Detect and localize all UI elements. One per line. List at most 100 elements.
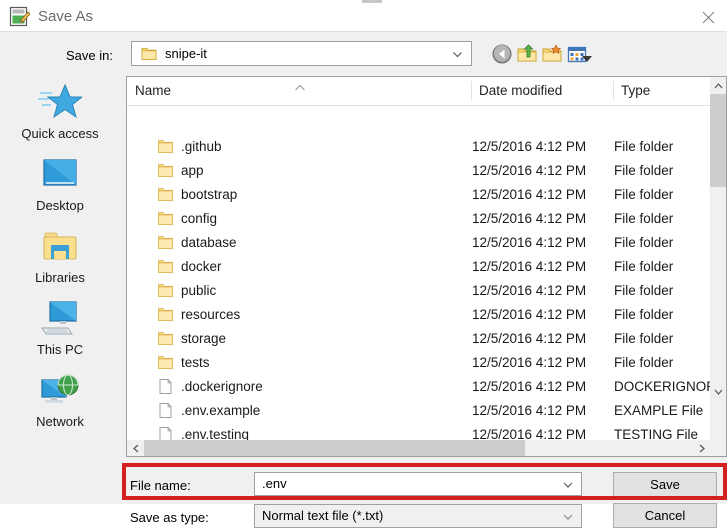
date-modified-cell: 12/5/2016 4:12 PM (472, 427, 587, 440)
column-divider[interactable] (613, 81, 614, 101)
sidebar-item-this-pc[interactable]: This PC (0, 296, 120, 368)
date-modified-cell: 12/5/2016 4:12 PM (472, 283, 587, 298)
horizontal-scrollbar-thumb[interactable] (144, 440, 525, 456)
type-cell: File folder (614, 259, 674, 274)
table-row[interactable]: .env.testing 12/5/2016 4:12 PM TESTING Fil… (127, 423, 710, 440)
scroll-left-icon[interactable] (127, 440, 144, 456)
folder-icon (157, 330, 174, 347)
sidebar-item-desktop[interactable]: Desktop (0, 152, 120, 224)
table-row[interactable]: .dockerignore 12/5/2016 4:12 PM DOCKERIGNO… (127, 375, 710, 399)
save-as-type-value: Normal text file (*.txt) (262, 508, 384, 523)
table-row[interactable]: public 12/5/2016 4:12 PM File folder (127, 279, 710, 303)
folder-icon (157, 234, 174, 251)
file-name-cell: resources (181, 307, 241, 322)
this-pc-computer-icon (0, 296, 120, 342)
sidebar-item-label: Quick access (21, 126, 99, 141)
table-row[interactable]: config 12/5/2016 4:12 PM File folder (127, 207, 710, 231)
chevron-down-icon[interactable] (562, 479, 574, 491)
type-cell: File folder (614, 163, 674, 178)
file-name-cell: public (181, 283, 217, 298)
column-header-type[interactable]: Type (621, 77, 650, 105)
sidebar-item-quick-access[interactable]: Quick access (0, 80, 120, 152)
new-folder-button[interactable] (541, 43, 563, 65)
file-name-cell: .github (181, 139, 222, 154)
places-bar: Quick access Desktop Libraries This PC N… (0, 76, 120, 458)
table-row[interactable]: app 12/5/2016 4:12 PM File folder (127, 159, 710, 183)
views-chevron-down-icon[interactable] (582, 50, 592, 62)
save-in-combobox[interactable]: snipe-it (131, 41, 472, 66)
table-row[interactable]: database 12/5/2016 4:12 PM File folder (127, 231, 710, 255)
folder-icon (157, 186, 174, 203)
sidebar-item-label: This PC (36, 342, 84, 357)
folder-icon (157, 282, 174, 299)
save-in-label: Save in: (66, 48, 113, 63)
folder-icon (157, 138, 174, 155)
up-folder-button[interactable] (516, 43, 538, 65)
type-cell: File folder (614, 235, 674, 250)
file-name-cell: tests (181, 355, 210, 370)
horizontal-scrollbar[interactable] (127, 440, 710, 456)
back-button[interactable] (491, 43, 513, 65)
table-row[interactable]: docker 12/5/2016 4:12 PM File folder (127, 255, 710, 279)
folder-icon (157, 210, 174, 227)
save-in-value: snipe-it (165, 46, 207, 61)
folder-icon (157, 162, 174, 179)
file-name-cell: .env.testing (181, 427, 250, 440)
type-cell: File folder (614, 355, 674, 370)
window-title: Save As (38, 8, 94, 25)
scroll-down-icon[interactable] (710, 383, 726, 400)
save-as-type-label: Save as type: (130, 510, 209, 525)
chevron-down-icon[interactable] (451, 48, 464, 61)
column-divider[interactable] (471, 81, 472, 101)
date-modified-cell: 12/5/2016 4:12 PM (472, 307, 587, 322)
save-button[interactable]: Save (613, 472, 717, 497)
date-modified-cell: 12/5/2016 4:12 PM (472, 259, 587, 274)
close-icon[interactable] (690, 3, 727, 31)
table-row[interactable]: .github 12/5/2016 4:12 PM File folder (127, 135, 710, 159)
folder-icon (157, 354, 174, 371)
sort-ascending-caret-icon (294, 80, 306, 91)
type-cell: TESTING File (614, 427, 699, 440)
libraries-folder-icon (0, 224, 120, 270)
table-row[interactable]: .env.example 12/5/2016 4:12 PM EXAMPLE Fil… (127, 399, 710, 423)
save-as-type-select[interactable]: Normal text file (*.txt) (254, 504, 582, 528)
type-cell: EXAMPLE File (614, 403, 704, 418)
scroll-up-icon[interactable] (710, 77, 726, 94)
table-row[interactable]: bootstrap 12/5/2016 4:12 PM File folder (127, 183, 710, 207)
scroll-right-icon[interactable] (693, 440, 710, 456)
type-cell: File folder (614, 283, 674, 298)
title-bar: Save As (0, 3, 727, 31)
file-name-cell: .env.example (181, 403, 261, 418)
date-modified-cell: 12/5/2016 4:12 PM (472, 139, 587, 154)
table-row[interactable]: tests 12/5/2016 4:12 PM File folder (127, 351, 710, 375)
file-icon (157, 426, 174, 440)
file-name-input[interactable]: .env (254, 472, 582, 496)
cancel-button[interactable]: Cancel (613, 503, 717, 528)
file-name-cell: docker (181, 259, 222, 274)
type-cell: DOCKERIGNORE File (614, 379, 710, 394)
folder-icon (157, 258, 174, 275)
file-name-cell: database (181, 235, 237, 250)
vertical-scrollbar-thumb[interactable] (710, 94, 726, 187)
date-modified-cell: 12/5/2016 4:12 PM (472, 403, 587, 418)
sidebar-item-network[interactable]: Network (0, 368, 120, 440)
table-row[interactable]: storage 12/5/2016 4:12 PM File folder (127, 327, 710, 351)
file-icon (157, 402, 174, 419)
column-header-name[interactable]: Name (135, 77, 171, 105)
chevron-down-icon[interactable] (562, 511, 574, 523)
type-cell: File folder (614, 211, 674, 226)
quick-access-star-icon (0, 80, 120, 126)
date-modified-cell: 12/5/2016 4:12 PM (472, 211, 587, 226)
file-name-value: .env (262, 476, 287, 491)
type-cell: File folder (614, 139, 674, 154)
save-as-document-icon (9, 6, 31, 27)
sidebar-item-libraries[interactable]: Libraries (0, 224, 120, 296)
desktop-monitor-icon (0, 152, 120, 198)
file-list[interactable]: Name Date modified Type .github 12/5/2016… (126, 76, 727, 457)
column-header-date-modified[interactable]: Date modified (479, 77, 562, 105)
table-row[interactable]: resources 12/5/2016 4:12 PM File folder (127, 303, 710, 327)
save-as-dialog-body: Save in: snipe-it Quick access Desktop L… (0, 31, 727, 528)
folder-icon (157, 306, 174, 323)
sidebar-item-label: Libraries (35, 270, 85, 285)
vertical-scrollbar[interactable] (710, 77, 726, 456)
